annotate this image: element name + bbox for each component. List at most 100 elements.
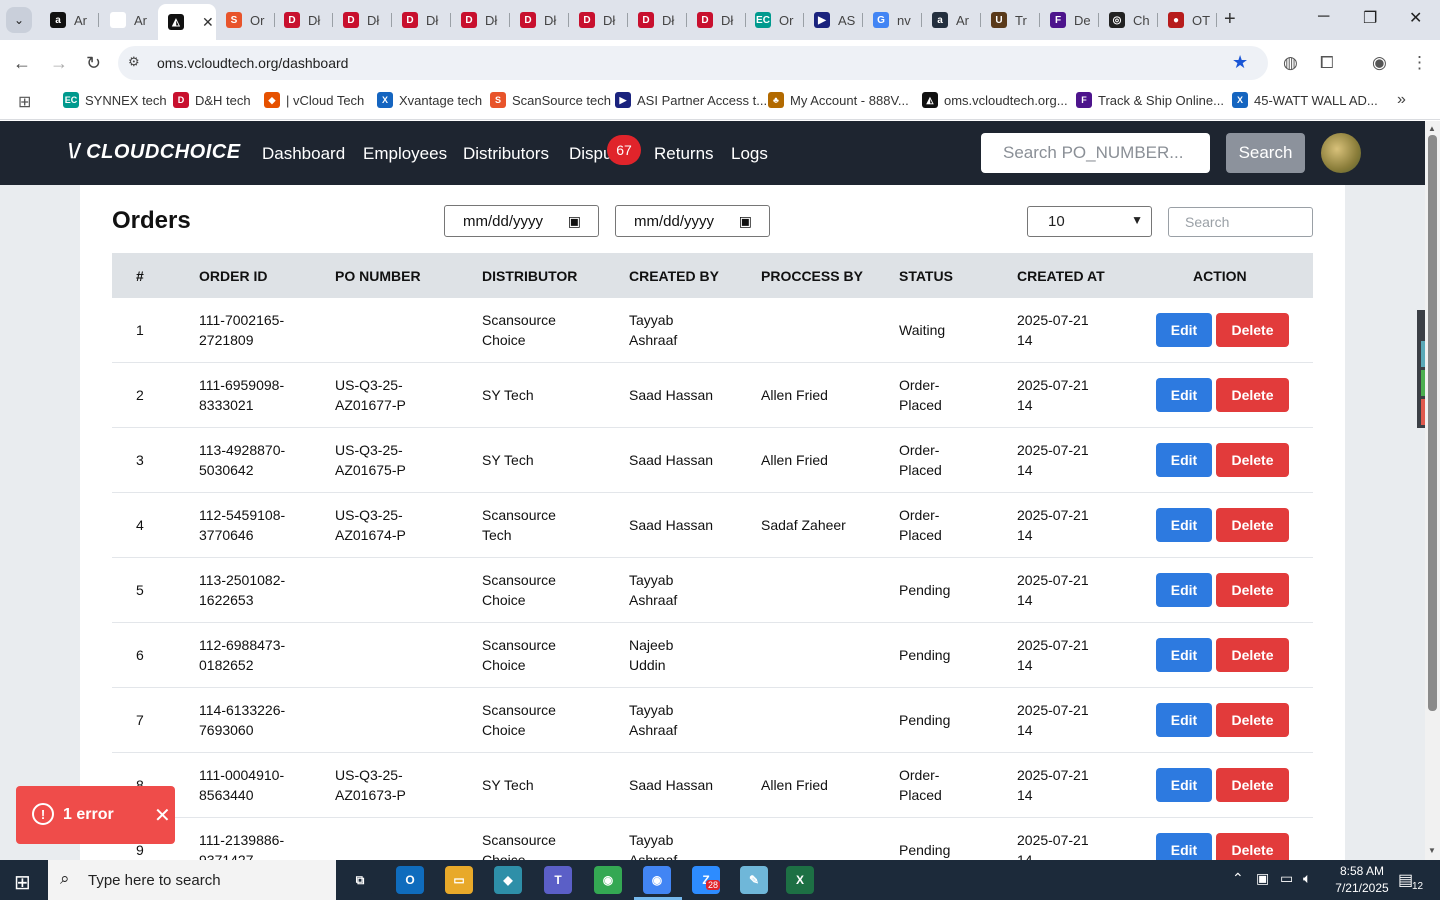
browser-tab[interactable]: D Dł <box>274 4 333 36</box>
security-icon[interactable]: ▣ <box>1256 870 1269 887</box>
browser-tab[interactable]: a Ar <box>922 4 981 36</box>
notifications-icon[interactable]: ▤ <box>1398 870 1413 890</box>
menu-icon[interactable]: ⋮ <box>1411 53 1428 73</box>
end-date-input[interactable]: mm/dd/yyyy ▣ <box>615 205 770 237</box>
volume-icon[interactable]: 🔈︎ <box>1303 870 1311 887</box>
edit-button[interactable]: Edit <box>1156 833 1212 860</box>
browser-tab[interactable]: EC Or <box>745 4 804 36</box>
tray-chevron-icon[interactable]: ⌃ <box>1232 870 1244 887</box>
user-avatar[interactable] <box>1321 133 1361 173</box>
delete-button[interactable]: Delete <box>1216 378 1289 412</box>
browser-tab[interactable]: D Dł <box>451 4 510 36</box>
edit-button[interactable]: Edit <box>1156 443 1212 477</box>
close-window-icon[interactable]: ✕ <box>1409 8 1422 28</box>
outlook-icon[interactable]: O <box>396 866 424 894</box>
browser-tab[interactable]: F De <box>1040 4 1099 36</box>
back-icon[interactable]: ← <box>13 53 31 74</box>
close-tab-icon[interactable]: ✕ <box>202 14 214 31</box>
close-icon[interactable]: ✕ <box>154 803 171 828</box>
forward-icon[interactable]: → <box>50 53 68 74</box>
scroll-down-icon[interactable]: ▼ <box>1428 846 1436 855</box>
delete-button[interactable]: Delete <box>1216 573 1289 607</box>
delete-button[interactable]: Delete <box>1216 638 1289 672</box>
browser-tab[interactable]: U Tr <box>981 4 1040 36</box>
extensions-icon[interactable]: ⧠ <box>1320 53 1334 73</box>
bookmark-item[interactable]: D D&H tech <box>173 92 251 108</box>
file-explorer-icon[interactable]: ▭ <box>445 866 473 894</box>
delete-button[interactable]: Delete <box>1216 768 1289 802</box>
nav-employees[interactable]: Employees <box>363 144 447 164</box>
notepad-icon[interactable]: ✎ <box>740 866 768 894</box>
chrome-icon[interactable]: ◉ <box>594 866 622 894</box>
edit-button[interactable]: Edit <box>1156 313 1212 347</box>
edit-button[interactable]: Edit <box>1156 703 1212 737</box>
restore-icon[interactable]: ❐ <box>1363 8 1377 28</box>
browser-tab[interactable]: D Dł <box>628 4 687 36</box>
bookmark-item[interactable]: X Xvantage tech <box>377 92 482 108</box>
scroll-up-icon[interactable]: ▲ <box>1428 124 1436 133</box>
po-search-input[interactable] <box>981 133 1210 173</box>
reload-icon[interactable]: ↻ <box>86 53 101 74</box>
new-tab-button[interactable]: + <box>1224 8 1236 31</box>
bookmark-item[interactable]: ◭ oms.vcloudtech.org... <box>922 92 1068 108</box>
browser-tab[interactable]: ● OT <box>1158 4 1217 36</box>
browser-tab[interactable]: S Or <box>216 4 275 36</box>
nav-dashboard[interactable]: Dashboard <box>262 144 345 164</box>
excel-icon[interactable]: X <box>786 866 814 894</box>
tab-search-button[interactable]: ⌄ <box>6 7 32 33</box>
delete-button[interactable]: Delete <box>1216 443 1289 477</box>
delete-button[interactable]: Delete <box>1216 833 1289 860</box>
nav-logs[interactable]: Logs <box>731 144 768 164</box>
bookmark-item[interactable]: ◆ | vCloud Tech <box>264 92 364 108</box>
browser-tab[interactable]: a Ar <box>100 4 159 36</box>
windows-start-icon[interactable]: ⊞ <box>14 870 31 895</box>
calendar-icon[interactable]: ▣ <box>739 213 752 230</box>
more-bookmarks-icon[interactable]: » <box>1397 91 1406 109</box>
taskbar-clock[interactable]: 8:58 AM 7/21/2025 <box>1332 863 1392 897</box>
bookmark-star-icon[interactable]: ★ <box>1232 52 1248 73</box>
page-size-select[interactable]: 10 ▼ <box>1027 206 1152 237</box>
browser-tab[interactable]: Gnv <box>863 4 922 36</box>
start-date-input[interactable]: mm/dd/yyyy ▣ <box>444 205 599 237</box>
error-toast[interactable]: ! 1 error ✕ <box>16 786 175 844</box>
nav-distributors[interactable]: Distributors <box>463 144 549 164</box>
browser-tab[interactable]: D Dł <box>687 4 746 36</box>
edit-button[interactable]: Edit <box>1156 768 1212 802</box>
nav-disputes[interactable]: Dispu <box>569 144 612 164</box>
bookmark-item[interactable]: S ScanSource tech <box>490 92 611 108</box>
browser-tab[interactable]: ◭ ✕ <box>158 4 216 40</box>
site-info-icon[interactable]: ⚙ <box>128 54 140 70</box>
edit-button[interactable]: Edit <box>1156 378 1212 412</box>
task-view-icon[interactable]: ⧉ <box>346 866 374 894</box>
browser-tab[interactable]: D Dł <box>510 4 569 36</box>
bookmark-item[interactable]: X 45-WATT WALL AD... <box>1232 92 1378 108</box>
cloudchoice-logo[interactable]: \/ CLOUDCHOICE <box>68 141 241 164</box>
chrome-icon[interactable]: ◉ <box>643 866 671 894</box>
app-icon[interactable]: ◆ <box>494 866 522 894</box>
bookmark-item[interactable]: ▶ ASI Partner Access t... <box>615 92 767 108</box>
calendar-icon[interactable]: ▣ <box>568 213 581 230</box>
browser-tab[interactable]: D Dł <box>569 4 628 36</box>
table-search-input[interactable] <box>1168 207 1313 237</box>
profile-icon[interactable]: ◉ <box>1372 53 1387 73</box>
delete-button[interactable]: Delete <box>1216 703 1289 737</box>
bookmark-item[interactable]: EC SYNNEX tech <box>63 92 167 108</box>
browser-tab[interactable]: a Ar <box>40 4 99 36</box>
minimize-icon[interactable]: ─ <box>1318 8 1329 26</box>
edit-button[interactable]: Edit <box>1156 508 1212 542</box>
network-icon[interactable]: ▭ <box>1280 870 1293 887</box>
translate-icon[interactable]: ◍ <box>1283 53 1298 73</box>
bookmark-item[interactable]: ♣ My Account - 888V... <box>768 92 909 108</box>
browser-tab[interactable]: D Dł <box>392 4 451 36</box>
browser-tab[interactable]: D Dł <box>333 4 392 36</box>
teams-icon[interactable]: T <box>544 866 572 894</box>
apps-icon[interactable]: ⊞ <box>18 92 31 112</box>
browser-tab[interactable]: ◎ Ch <box>1099 4 1158 36</box>
browser-tab[interactable]: ▶ AS <box>804 4 863 36</box>
edit-button[interactable]: Edit <box>1156 573 1212 607</box>
bookmark-item[interactable]: F Track & Ship Online... <box>1076 92 1224 108</box>
edit-button[interactable]: Edit <box>1156 638 1212 672</box>
nav-returns[interactable]: Returns <box>654 144 714 164</box>
delete-button[interactable]: Delete <box>1216 508 1289 542</box>
po-search-button[interactable]: Search <box>1226 133 1305 173</box>
